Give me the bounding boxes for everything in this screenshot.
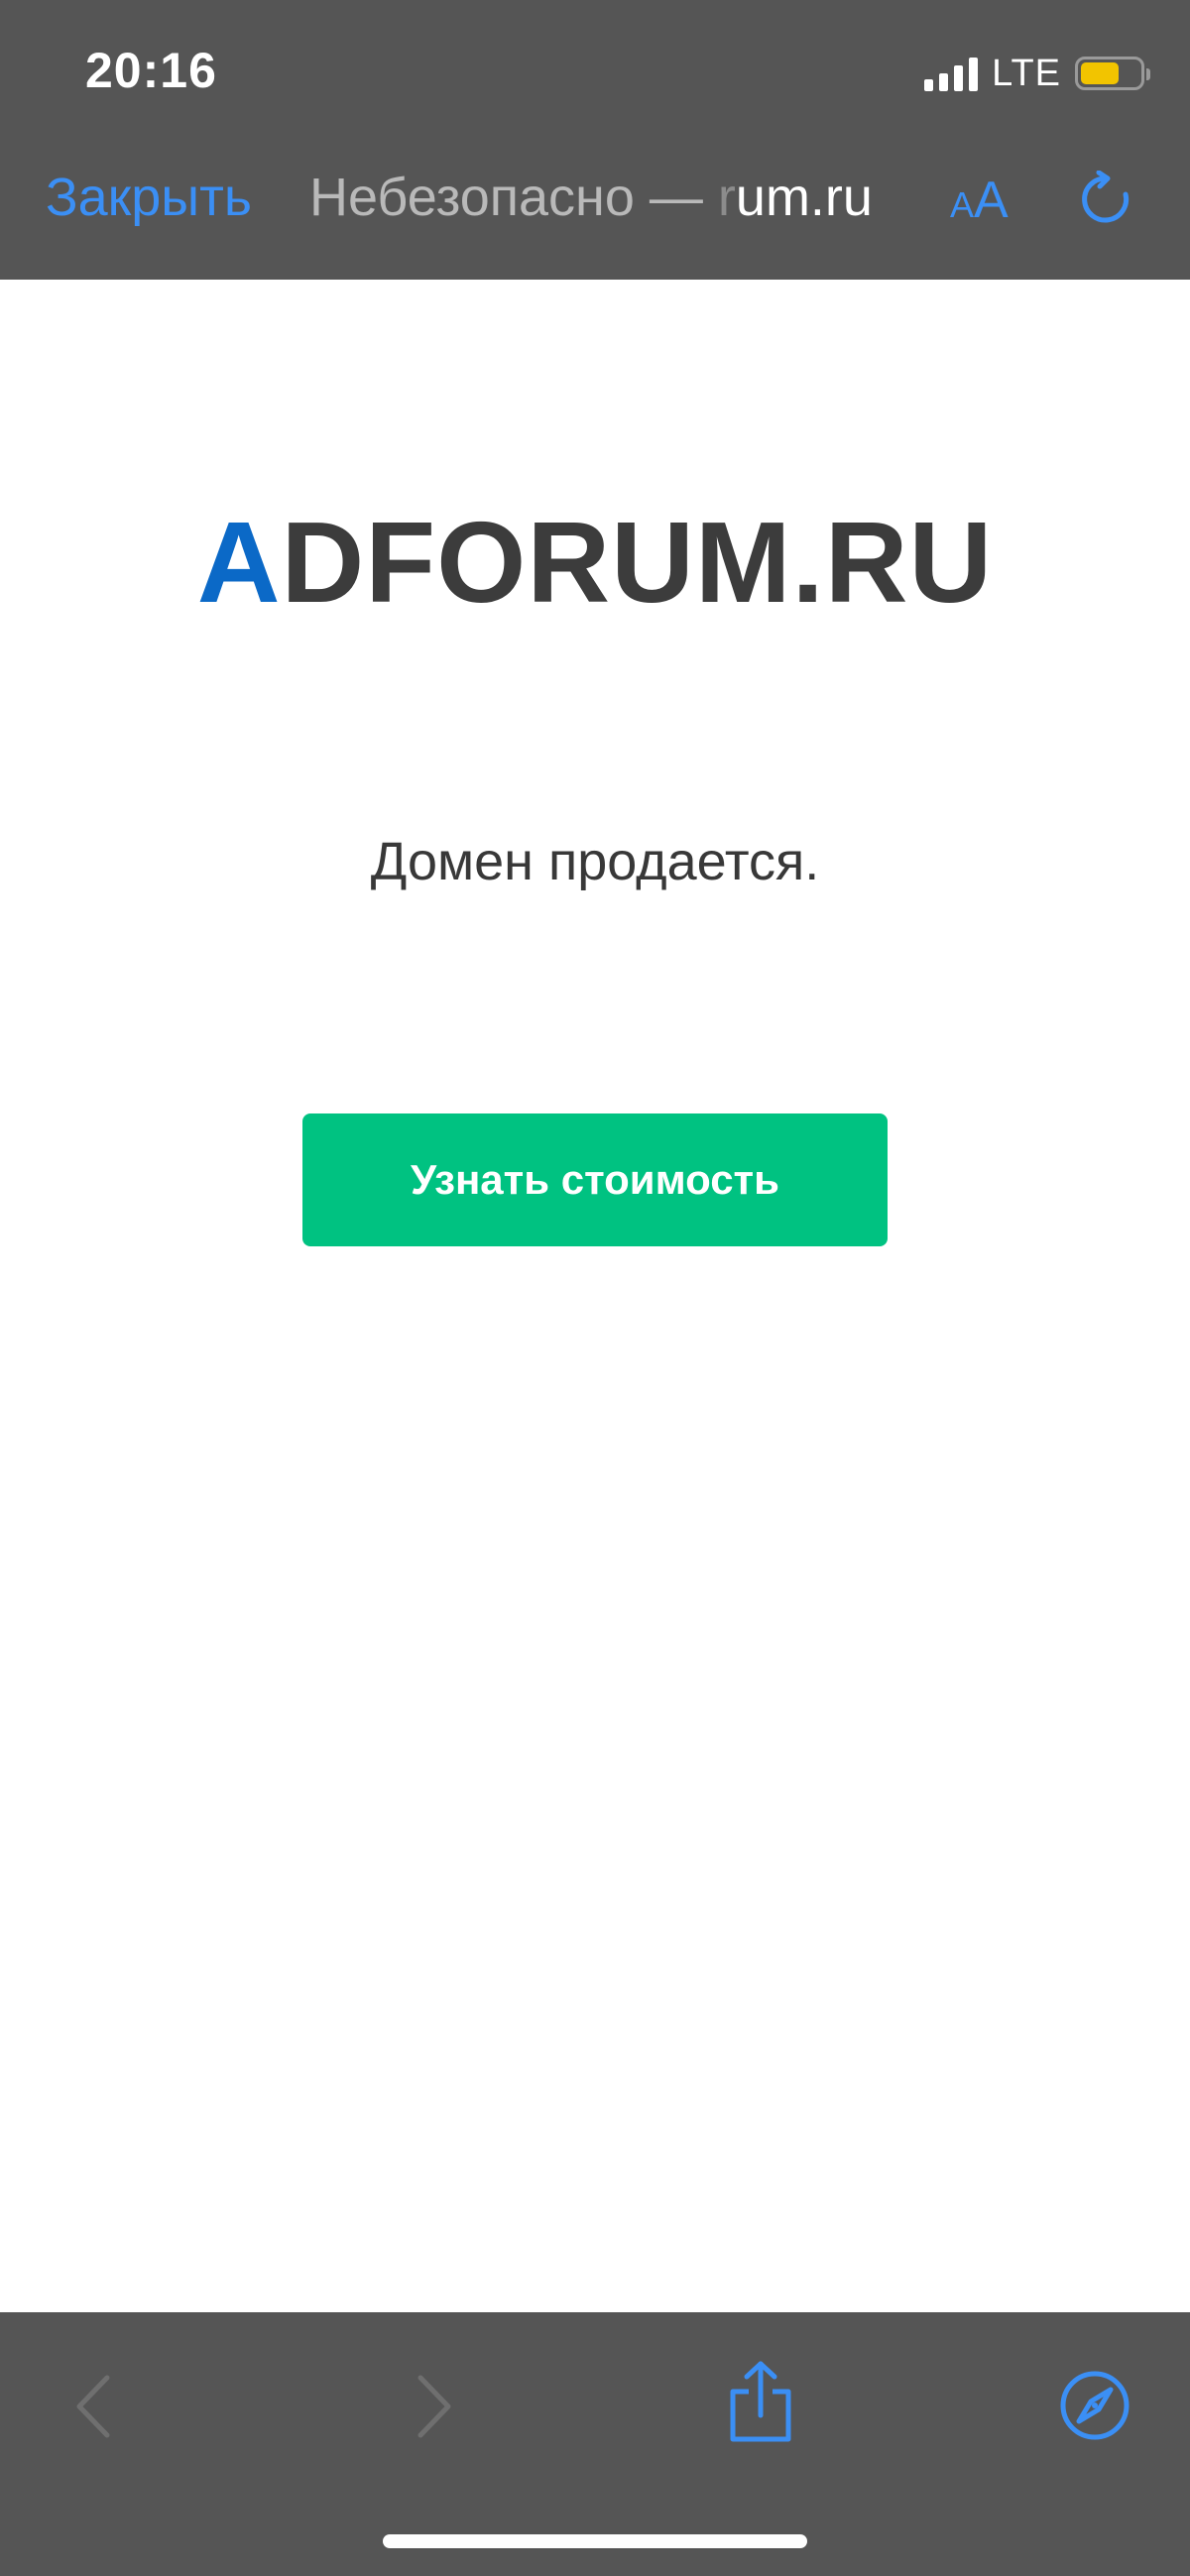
text-size-large-a: A (974, 172, 1009, 229)
get-price-button[interactable]: Узнать стоимость (302, 1113, 888, 1246)
status-time: 20:16 (85, 43, 217, 98)
share-button[interactable] (727, 2360, 794, 2443)
address-domain: um.ru (735, 168, 873, 227)
battery-level (1081, 62, 1119, 84)
battery-icon (1075, 57, 1150, 90)
back-button[interactable] (69, 2372, 119, 2441)
signal-icon (924, 56, 979, 91)
status-indicators: LTE (924, 50, 1150, 97)
reload-icon (1082, 170, 1130, 223)
back-icon (76, 2375, 110, 2438)
logo-text: DFORUM.RU (281, 498, 994, 627)
browser-top-bar: 20:16 LTE Закрыть Небезопасно — rum.ru A… (0, 0, 1190, 280)
home-indicator[interactable] (383, 2534, 807, 2548)
text-size-button[interactable]: AA (950, 171, 1009, 230)
close-button[interactable]: Закрыть (46, 167, 252, 228)
navigation-row: Закрыть Небезопасно — rum.ru AA (0, 159, 1190, 238)
reload-button[interactable] (1077, 170, 1134, 228)
forward-icon (417, 2375, 451, 2438)
security-warning: Небезопасно — (309, 168, 718, 227)
web-page: ADFORUM.RU Домен продается. Узнать стоим… (0, 280, 1190, 2312)
forward-button[interactable] (409, 2372, 458, 2441)
network-type: LTE (992, 52, 1061, 94)
domain-for-sale-text: Домен продается. (370, 832, 820, 891)
text-size-small-a: A (950, 184, 975, 225)
safari-button[interactable] (1059, 2370, 1130, 2441)
share-icon (730, 2361, 791, 2442)
compass-icon (1060, 2371, 1130, 2440)
browser-bottom-toolbar (0, 2312, 1190, 2576)
screen: 20:16 LTE Закрыть Небезопасно — rum.ru A… (0, 0, 1190, 2576)
site-logo: ADFORUM.RU (0, 496, 1190, 629)
address-bar[interactable]: Небезопасно — rum.ru (309, 167, 873, 228)
logo-accent-letter: A (196, 498, 282, 627)
address-faded-char: r (717, 168, 736, 227)
